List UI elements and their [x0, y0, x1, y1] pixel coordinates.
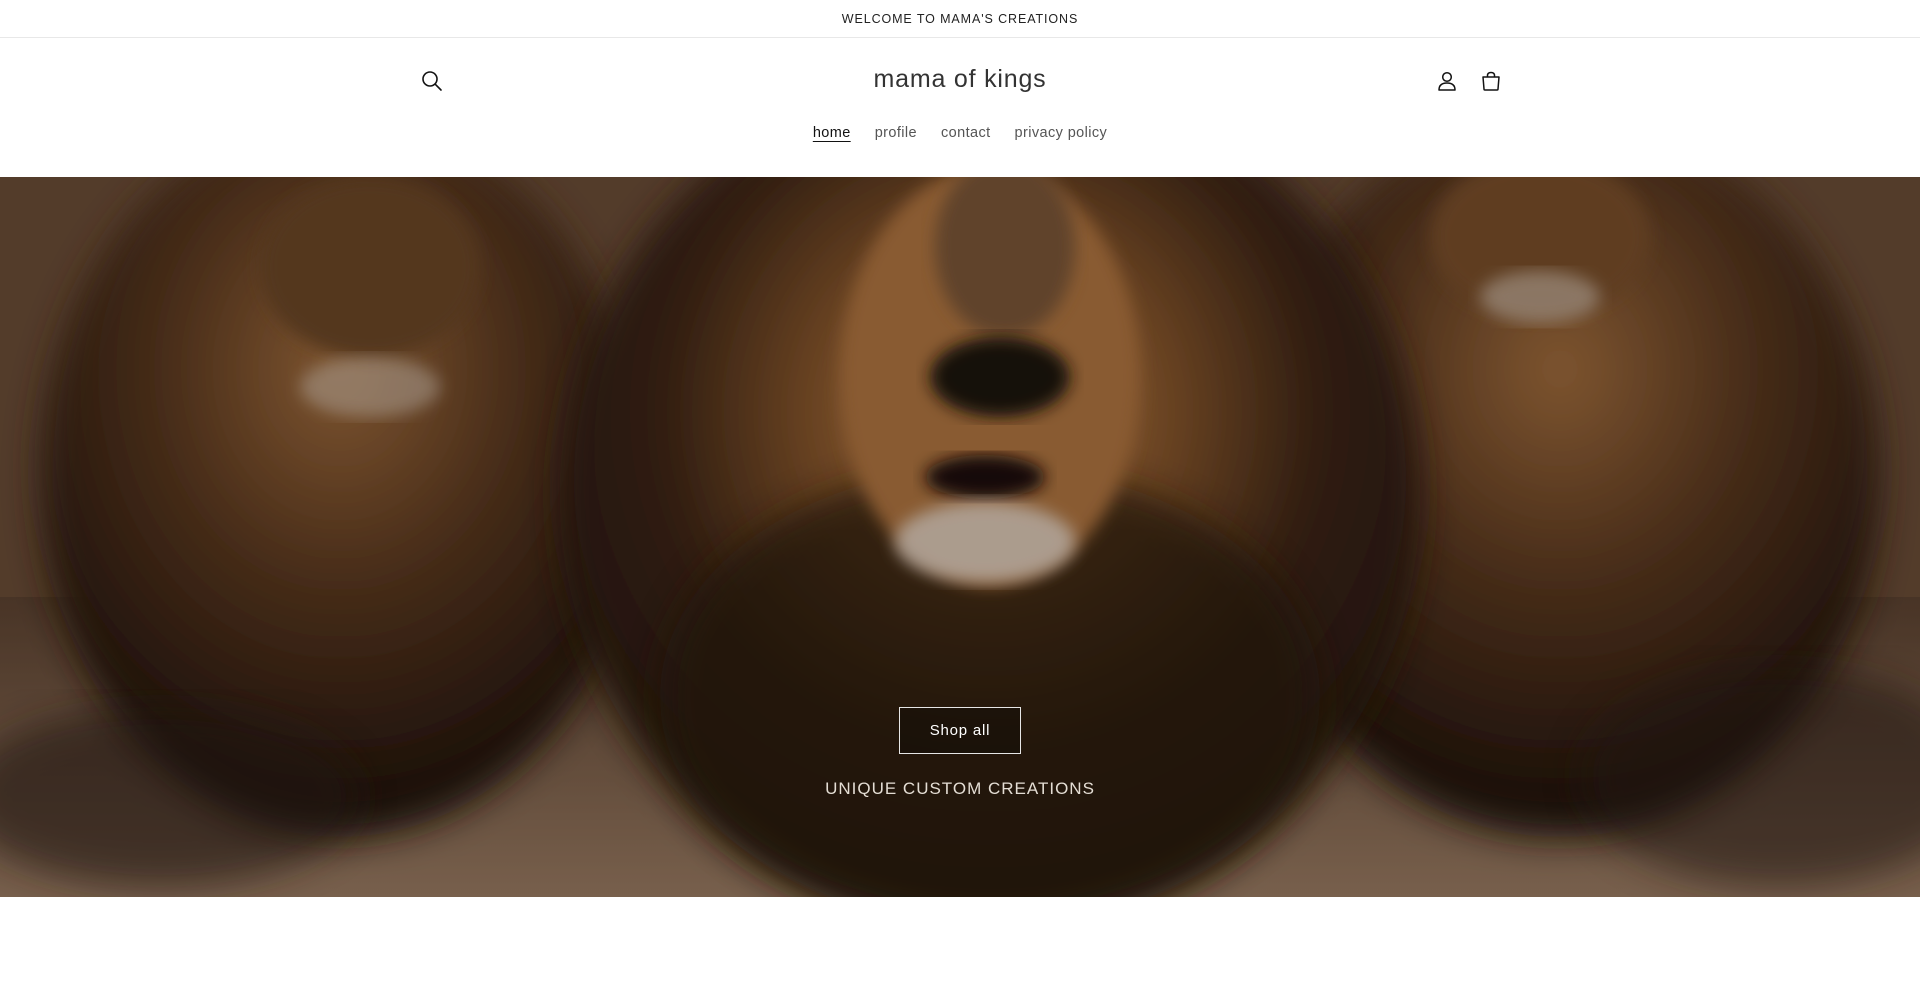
main-nav: home profile contact privacy policy [0, 125, 1920, 141]
nav-item-privacy-policy[interactable]: privacy policy [1003, 125, 1120, 141]
nav-item-profile[interactable]: profile [863, 125, 929, 141]
shop-all-button[interactable]: Shop all [899, 707, 1021, 754]
nav-item-contact[interactable]: contact [929, 125, 1003, 141]
nav-item-home[interactable]: home [801, 125, 863, 141]
next-section-heading [412, 950, 672, 976]
site-title-link[interactable]: mama of kings [874, 65, 1047, 93]
hero-banner: Shop all UNIQUE CUSTOM CREATIONS [0, 177, 1920, 897]
hero-subheading: UNIQUE CUSTOM CREATIONS [825, 779, 1095, 798]
cart-icon [1482, 71, 1500, 91]
site-header: mama of kings home profile contact priva… [0, 38, 1920, 177]
account-button[interactable] [1427, 61, 1467, 101]
announcement-bar: WELCOME TO MAMA'S CREATIONS [0, 0, 1920, 38]
announcement-text: WELCOME TO MAMA'S CREATIONS [841, 11, 1079, 26]
site-title: mama of kings [0, 65, 1920, 94]
cart-button[interactable] [1471, 61, 1511, 101]
user-icon [1438, 71, 1456, 91]
